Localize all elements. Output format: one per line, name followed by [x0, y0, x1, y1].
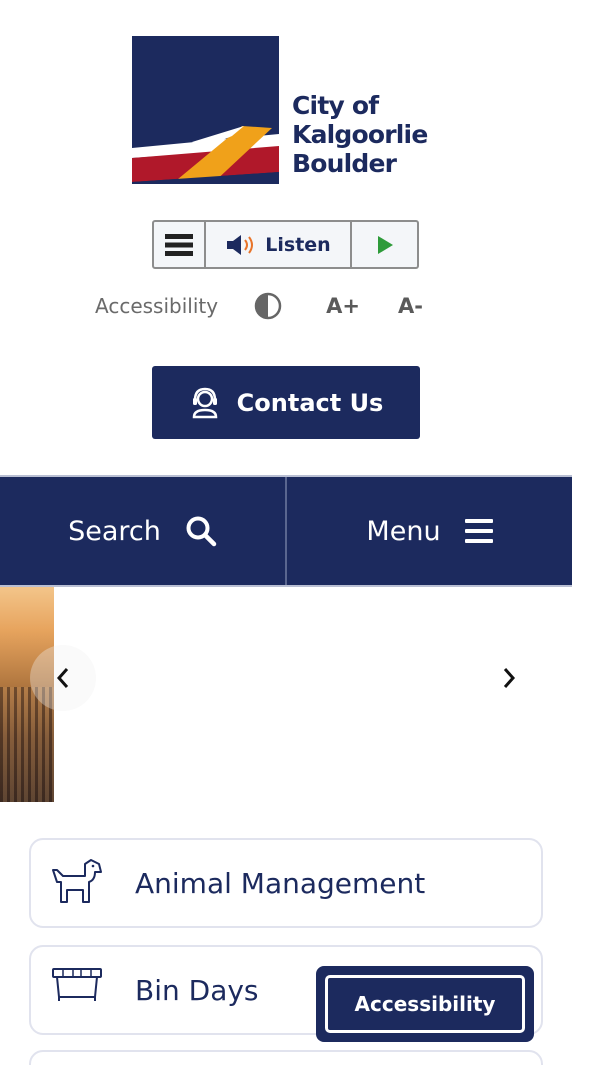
- carousel-next-button[interactable]: [476, 645, 542, 711]
- quick-link-label: Bin Days: [135, 973, 259, 1007]
- listen-label: Listen: [265, 233, 331, 256]
- speaker-icon: [227, 234, 254, 255]
- carousel-prev-button[interactable]: [30, 645, 96, 711]
- chevron-right-icon: [503, 668, 516, 688]
- hamburger-icon: [464, 519, 493, 543]
- floating-accessibility-label: Accessibility: [354, 992, 496, 1016]
- site-logo[interactable]: City of Kalgoorlie Boulder: [132, 36, 444, 186]
- contrast-toggle[interactable]: [254, 292, 282, 320]
- contact-us-button[interactable]: Contact Us: [152, 366, 420, 439]
- floating-accessibility-inner: Accessibility: [325, 975, 525, 1033]
- headset-icon: [192, 387, 217, 418]
- logo-line-2: Kalgoorlie: [292, 120, 428, 149]
- logo-line-3: Boulder: [292, 149, 397, 178]
- font-increase-button[interactable]: A+: [326, 294, 360, 318]
- contrast-icon: [254, 292, 282, 320]
- listen-button[interactable]: Listen: [206, 222, 352, 267]
- quick-link-animal-management[interactable]: Animal Management: [29, 838, 543, 928]
- search-icon: [186, 516, 217, 547]
- listen-toolbar: Listen: [152, 220, 419, 269]
- menu-button[interactable]: Menu: [287, 477, 572, 585]
- main-nav-bar: Search Menu: [0, 475, 572, 587]
- menu-label: Menu: [366, 515, 441, 547]
- quick-link-partial[interactable]: [29, 1050, 543, 1065]
- font-decrease-button[interactable]: A-: [398, 294, 423, 318]
- hero-carousel: [0, 587, 600, 802]
- quick-link-label: Animal Management: [135, 866, 426, 900]
- logo-line-1: City of: [292, 91, 379, 120]
- chevron-left-icon: [56, 668, 69, 688]
- hamburger-icon: [165, 233, 193, 256]
- dog-icon: [52, 859, 102, 903]
- logo-mark-icon: [132, 36, 279, 184]
- play-button[interactable]: [352, 222, 417, 267]
- play-icon: [377, 235, 393, 254]
- search-button[interactable]: Search: [0, 477, 285, 585]
- listen-menu-button[interactable]: [154, 222, 206, 267]
- contact-us-label: Contact Us: [236, 388, 384, 417]
- floating-accessibility-button[interactable]: Accessibility: [316, 966, 534, 1042]
- bin-icon: [52, 968, 102, 1001]
- accessibility-label: Accessibility: [95, 294, 219, 318]
- search-label: Search: [68, 515, 161, 547]
- logo-wordmark: City of Kalgoorlie Boulder: [292, 91, 428, 178]
- accessibility-controls: Accessibility A+ A-: [95, 289, 423, 323]
